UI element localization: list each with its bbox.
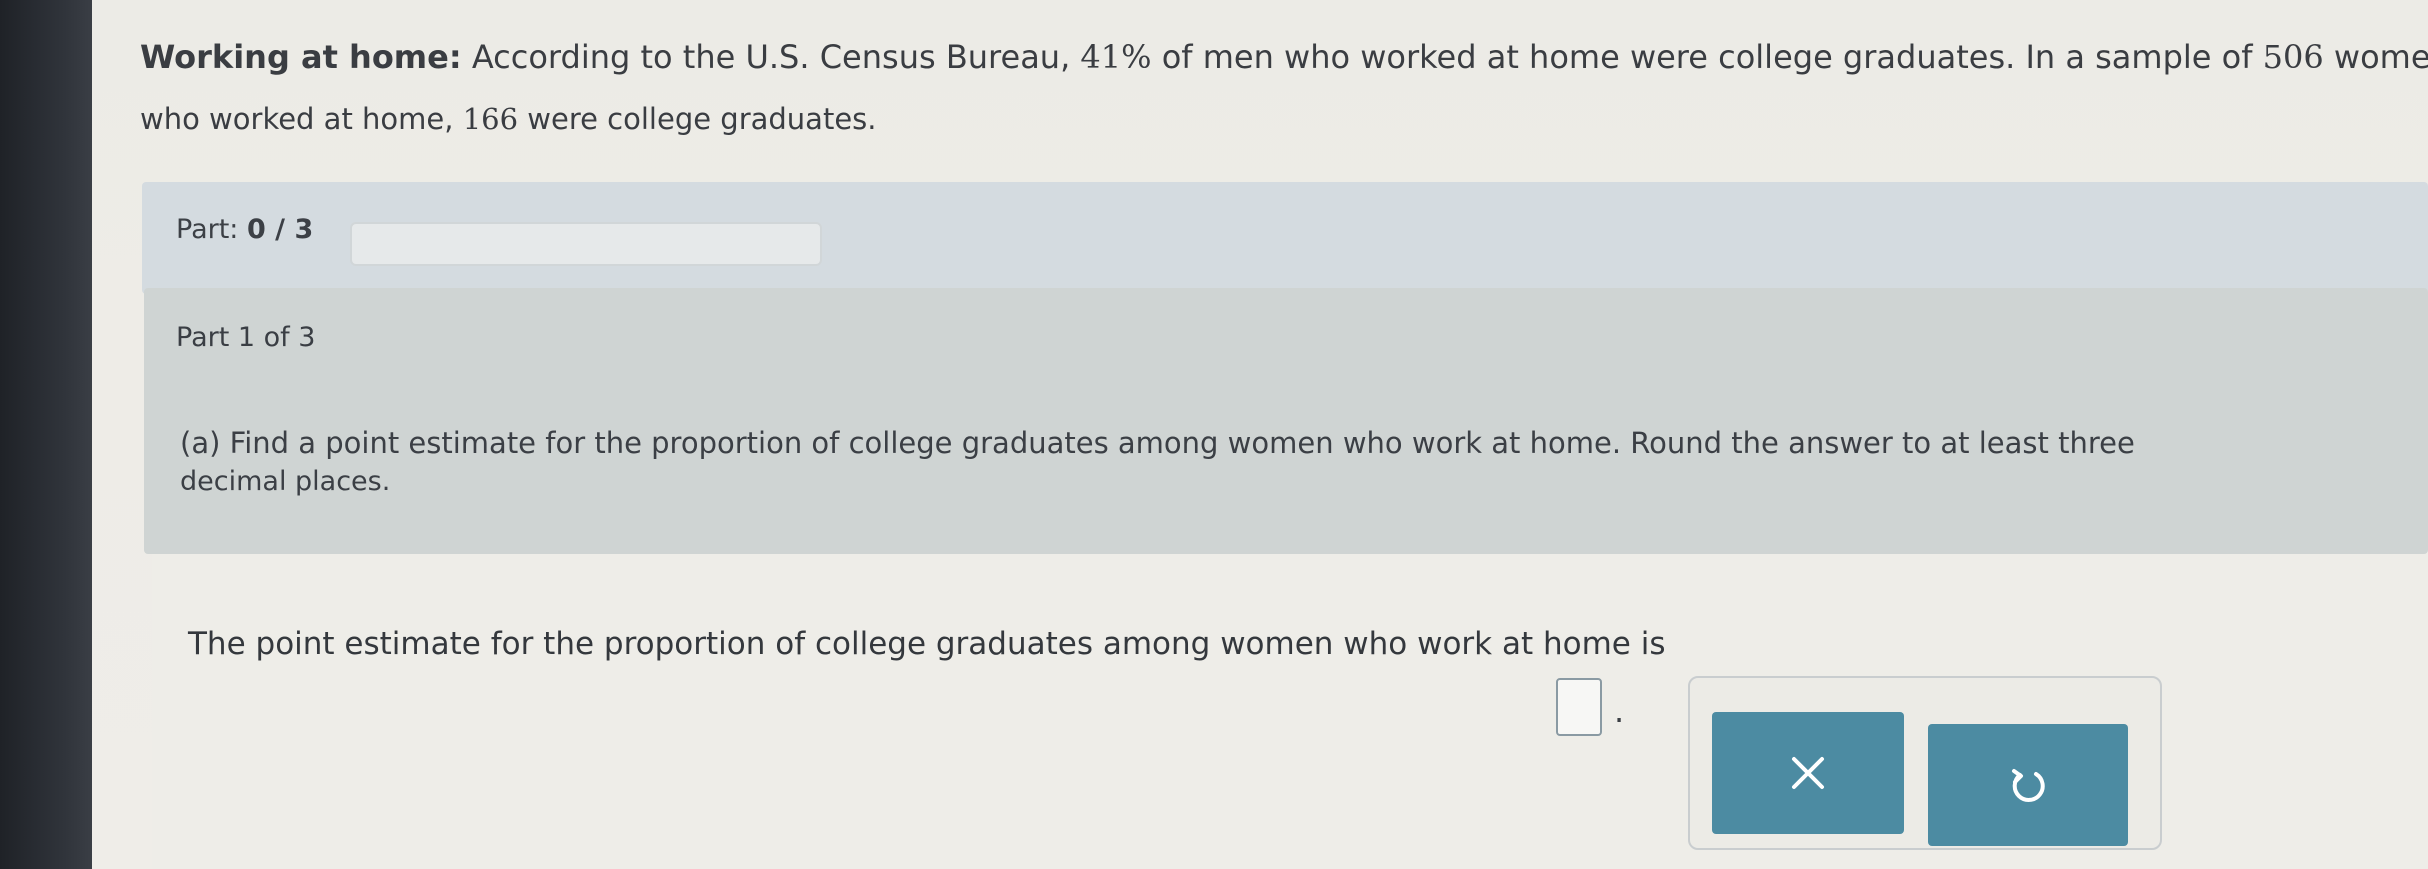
screen: Working at home: According to the U.S. C… xyxy=(92,0,2428,869)
answer-period: . xyxy=(1614,692,1625,730)
part-header xyxy=(144,288,2428,554)
undo-icon xyxy=(2006,763,2050,807)
part-label-text: Part: xyxy=(176,214,247,245)
clear-button[interactable] xyxy=(1712,712,1904,834)
problem-bold-label: Working at home: xyxy=(140,38,462,76)
problem-statement-line1: Working at home: According to the U.S. C… xyxy=(140,38,2428,76)
men-percent: 41% xyxy=(1080,38,1152,76)
problem-text-1: According to the U.S. Census Bureau, xyxy=(461,38,1081,76)
answer-sentence: The point estimate for the proportion of… xyxy=(188,626,1666,662)
problem-text-5: were college graduates. xyxy=(518,102,877,136)
part-separator: / xyxy=(265,214,295,245)
answer-input[interactable] xyxy=(1556,678,1602,736)
monitor-bezel xyxy=(0,0,92,869)
problem-text-4: who worked at home, xyxy=(140,102,463,136)
part-current: 0 xyxy=(246,214,266,245)
part-progress-label: Part: 0 / 3 xyxy=(176,214,313,245)
part-total: 3 xyxy=(294,214,314,245)
graduates-count: 166 xyxy=(462,102,519,136)
question-text: (a) Find a point estimate for the propor… xyxy=(180,426,2135,460)
x-icon xyxy=(1788,753,1828,793)
part-of-label: Part 1 of 3 xyxy=(176,322,316,353)
progress-track xyxy=(350,222,822,266)
problem-text-2: of men who worked at home were college g… xyxy=(1151,38,2263,76)
problem-text-3: women xyxy=(2333,38,2428,76)
question-text-continued: decimal places. xyxy=(180,466,391,497)
problem-statement-line2: who worked at home, 166 were college gra… xyxy=(140,102,876,136)
sample-size: 506 xyxy=(2262,38,2324,76)
reset-button[interactable] xyxy=(1928,724,2128,846)
